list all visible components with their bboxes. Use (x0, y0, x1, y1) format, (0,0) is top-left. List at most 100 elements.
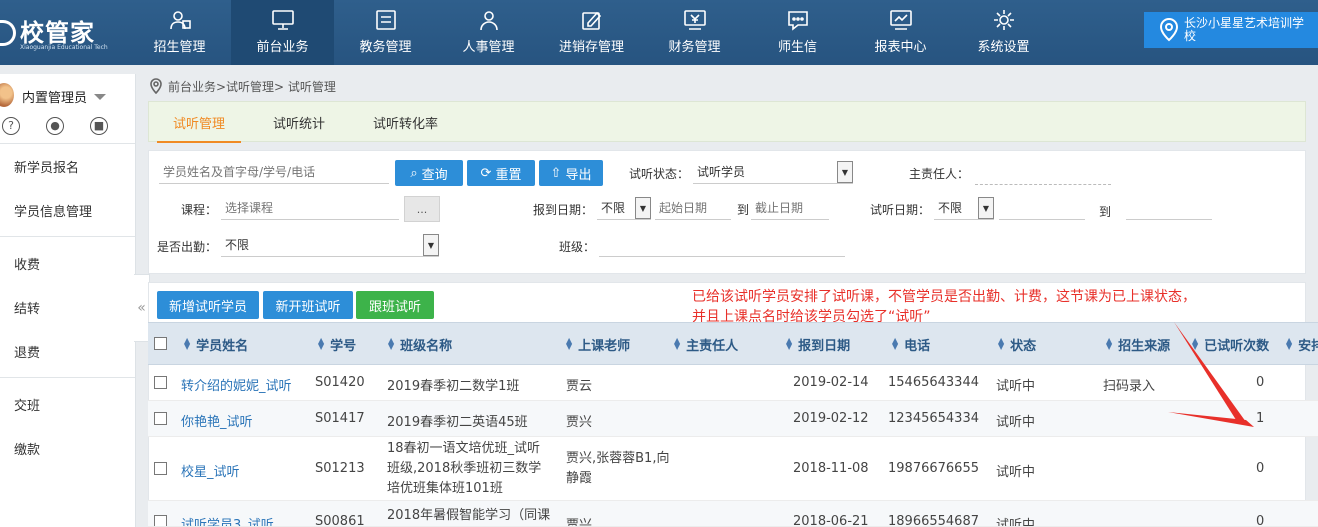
annotation-note: 已给该试听学员安排了试听课，不管学员是否出勤、计费，这节课为已上课状态， 并且上… (692, 287, 1196, 327)
reset-button[interactable]: ⟳ 重置 (467, 160, 535, 186)
course-picker-button[interactable]: ... (404, 196, 440, 222)
to-label: 到 (737, 203, 750, 217)
table-row: 转介绍的妮妮_试听 S01420 2019春季初二数学1班 贾云 2019-02… (148, 365, 1318, 401)
student-name-link[interactable]: 转介绍的妮妮_试听 (181, 375, 292, 394)
table-row: 校星_试听 S01213 18春初一语文培优班_试听班级,2018秋季班初三数学… (148, 437, 1318, 501)
student-name-link[interactable]: 你艳艳_试听 (181, 411, 253, 430)
row-checkbox[interactable] (154, 376, 167, 389)
export-button[interactable]: ⇧ 导出 (539, 160, 603, 186)
sidebar-item-new-enroll[interactable]: 新学员报名 (0, 144, 135, 188)
message-bubble-icon[interactable]: ■ (90, 117, 108, 135)
row-checkbox[interactable] (154, 515, 167, 526)
sort-icon: ▲ ▼ (786, 336, 793, 351)
sidebar-item-refund[interactable]: 退费 (0, 329, 135, 373)
start-date-input[interactable] (655, 196, 731, 220)
avatar[interactable] (0, 83, 14, 107)
col-source[interactable]: ▲ ▼ 招生来源 (1106, 323, 1170, 365)
recruit-icon (168, 9, 192, 31)
teacher: 贾兴,张蓉蓉B1,向静霞 (566, 451, 670, 486)
col-label: 学号 (330, 338, 357, 354)
trial-date-select[interactable]: 不限 ▼ (934, 196, 994, 220)
end-date-input[interactable] (751, 196, 829, 220)
tab-trial-statistics[interactable]: 试听统计 (249, 102, 349, 142)
trial-count: 0 (1256, 461, 1265, 476)
reset-button-label: 重置 (495, 167, 522, 183)
user-name[interactable]: 内置管理员 (22, 87, 87, 106)
nav-item-frontdesk[interactable]: 前台业务 (231, 0, 334, 65)
attend-select[interactable]: 不限 ▼ (221, 233, 439, 257)
chevron-down-icon[interactable] (94, 94, 106, 100)
new-class-trial-button[interactable]: 新开班试听 (263, 291, 353, 319)
sidebar-item-charge[interactable]: 收费 (0, 241, 135, 285)
course-input[interactable] (221, 196, 399, 220)
col-label: 电话 (904, 338, 931, 354)
row-checkbox[interactable] (154, 412, 167, 425)
nav-item-inventory[interactable]: 进销存管理 (540, 0, 643, 65)
search-input[interactable] (159, 160, 389, 184)
status-select[interactable]: 试听学员 ▼ (693, 160, 853, 184)
sidebar-item-carryover[interactable]: 结转 (0, 285, 135, 329)
sort-icon: ▲ ▼ (566, 336, 573, 351)
nav-item-report[interactable]: 报表中心 (849, 0, 952, 65)
academic-icon (374, 9, 398, 31)
select-all-checkbox[interactable] (154, 337, 167, 350)
student-id: S00861 (315, 514, 365, 527)
trial-count: 0 (1256, 514, 1265, 527)
status: 试听中 (996, 465, 1036, 480)
row-checkbox[interactable] (154, 462, 167, 475)
trial-count: 0 (1256, 375, 1265, 390)
nav-label: 前台业务 (256, 40, 309, 55)
add-trial-student-button[interactable]: 新增试听学员 (157, 291, 259, 319)
owner-field[interactable] (975, 161, 1111, 185)
col-class-name[interactable]: ▲ ▼ 班级名称 (388, 323, 452, 365)
nav-item-settings[interactable]: 系统设置 (952, 0, 1055, 65)
logo-text: 校管家 (20, 18, 95, 47)
help-icon[interactable]: ? (2, 117, 20, 135)
trial-start-date-input[interactable] (999, 196, 1085, 220)
status: 试听中 (996, 379, 1036, 394)
col-arrange[interactable]: ▲ ▼ 安排 (1286, 323, 1318, 365)
notification-bell-icon[interactable]: ● (46, 117, 64, 135)
nav-label: 财务管理 (668, 40, 721, 55)
tab-trial-management[interactable]: 试听管理 (149, 102, 249, 143)
upload-icon: ⇧ (550, 165, 562, 181)
main-nav: 招生管理 前台业务 教务管理 人事管理 进销存管理 财务管理 师生信 报表中心 (128, 0, 1055, 65)
school-selector[interactable]: 长沙小星星艺术培训学校 (1144, 12, 1318, 48)
student-name-link[interactable]: 校星_试听 (181, 461, 240, 480)
status-label: 试听状态： (629, 167, 690, 181)
search-icon: ⌕ (410, 165, 418, 181)
nav-item-personnel[interactable]: 人事管理 (437, 0, 540, 65)
annotation-line-1: 已给该试听学员安排了试听课，不管学员是否出勤、计费，这节课为已上课状态， (692, 289, 1196, 305)
tab-trial-conversion[interactable]: 试听转化率 (349, 102, 462, 142)
sidebar-item-student-info[interactable]: 学员信息管理 (0, 188, 135, 232)
nav-item-recruit[interactable]: 招生管理 (128, 0, 231, 65)
col-status[interactable]: ▲ ▼ 状态 (998, 323, 1036, 365)
class-name: 2019春季初二数学1班 (387, 379, 520, 394)
nav-item-message[interactable]: 师生信 (746, 0, 849, 65)
table-row: 你艳艳_试听 S01417 2019春季初二英语45班 贾兴 2019-02-1… (148, 401, 1318, 437)
query-button[interactable]: ⌕ 查询 (395, 160, 463, 186)
nav-item-academic[interactable]: 教务管理 (334, 0, 437, 65)
col-trial-count[interactable]: ▲ ▼ 已试听次数 (1192, 323, 1269, 365)
col-teacher[interactable]: ▲ ▼ 上课老师 (566, 323, 630, 365)
app-logo[interactable]: 校管家 Xiaoguanjia Educational Tech (0, 10, 108, 55)
class-field[interactable] (599, 233, 845, 257)
reg-date-select[interactable]: 不限 ▼ (597, 196, 651, 220)
col-reg-date[interactable]: ▲ ▼ 报到日期 (786, 323, 850, 365)
nav-item-finance[interactable]: 财务管理 (643, 0, 746, 65)
monitor-icon (271, 9, 295, 31)
nav-label: 师生信 (777, 40, 817, 55)
follow-class-trial-button[interactable]: 跟班试听 (356, 291, 434, 319)
sidebar-item-shift-handover[interactable]: 交班 (0, 382, 135, 426)
sidebar-divider (0, 236, 135, 237)
col-owner[interactable]: ▲ ▼ 主责任人 (674, 323, 738, 365)
student-name-link[interactable]: 试听学员3_试听 (181, 514, 274, 526)
col-student-id[interactable]: ▲ ▼ 学号 (318, 323, 356, 365)
breadcrumb-text: 前台业务>试听管理> 试听管理 (168, 79, 336, 94)
col-student-name[interactable]: ▲ ▼ 学员姓名 (184, 323, 248, 365)
reg-date: 2018-11-08 (793, 461, 869, 476)
sidebar-item-payment[interactable]: 缴款 (0, 426, 135, 470)
nav-label: 系统设置 (977, 40, 1030, 55)
col-phone[interactable]: ▲ ▼ 电话 (892, 323, 930, 365)
trial-end-date-input[interactable] (1126, 196, 1212, 220)
